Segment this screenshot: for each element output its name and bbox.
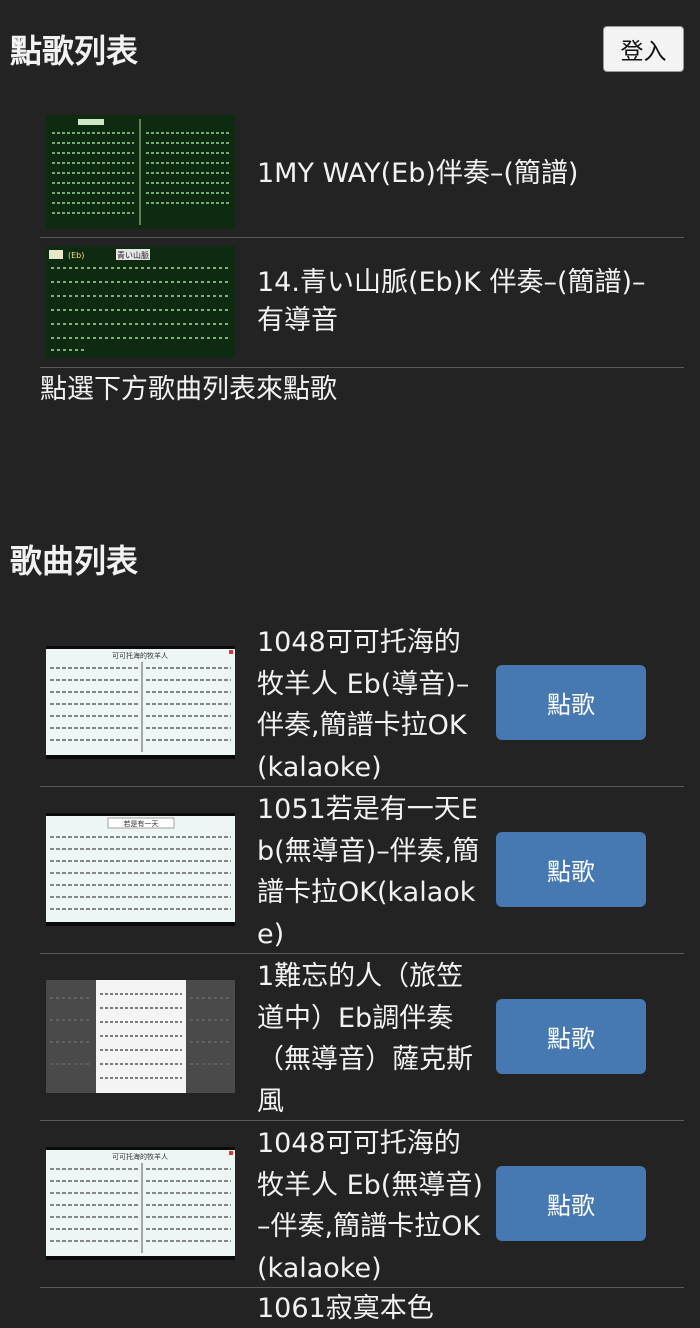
song-title: 1難忘的人（旅笠道中）Eb調伴奏（無導音）薩克斯風 bbox=[257, 961, 473, 1117]
thumb-badge-label: 青い山脈 bbox=[117, 250, 149, 260]
song-thumbnail: 若是有一天 bbox=[46, 813, 235, 926]
page-title: 點歌列表 bbox=[10, 32, 139, 70]
queue-item[interactable]: 1MY WAY(Eb)伴奏–(簡譜) bbox=[40, 107, 684, 238]
queue-thumbnail: (Eb) 青い山脈 bbox=[46, 246, 235, 358]
queue-thumbnail bbox=[46, 115, 235, 229]
thumb-key-label: (Eb) bbox=[68, 251, 84, 260]
song-title: 1051若是有一天Eb(無導音)–伴奏,簡譜卡拉OK(kalaoke) bbox=[257, 794, 480, 950]
queue-item-title: 1MY WAY(Eb)伴奏–(簡譜) bbox=[257, 158, 579, 189]
thumb-heading: 可可托海的牧羊人 bbox=[112, 1152, 168, 1161]
song-title: 1048可可托海的牧羊人 Eb(無導音)–伴奏,簡譜卡拉OK(kalaoke) bbox=[257, 1128, 483, 1284]
request-song-button[interactable]: 點歌 bbox=[496, 665, 646, 740]
song-item: 1難忘的人（旅笠道中）Eb調伴奏（無導音）薩克斯風 點歌 bbox=[40, 954, 684, 1121]
request-song-button[interactable]: 點歌 bbox=[496, 999, 646, 1074]
thumb-heading: 若是有一天 bbox=[124, 819, 159, 828]
request-song-button[interactable]: 點歌 bbox=[496, 1166, 646, 1241]
queue-item-title: 14.青い山脈(Eb)K 伴奏–(簡譜)–有導音 bbox=[257, 267, 646, 336]
login-button[interactable]: 登入 bbox=[603, 26, 684, 72]
songs-section-title: 歌曲列表 bbox=[10, 542, 139, 580]
song-thumbnail bbox=[46, 980, 235, 1093]
song-thumbnail: 可可托海的牧羊人 bbox=[46, 646, 235, 759]
request-song-button[interactable]: 點歌 bbox=[496, 832, 646, 907]
queue-hint: 點選下方歌曲列表來點歌 bbox=[40, 374, 337, 405]
song-title-partial: 1061寂寞本色 bbox=[257, 1293, 434, 1324]
queue-item[interactable]: (Eb) 青い山脈 14.青い山脈(Eb)K 伴奏–(簡譜)–有導音 bbox=[40, 238, 684, 368]
song-thumbnail: 可可托海的牧羊人 bbox=[46, 1147, 235, 1260]
song-item: 可可托海的牧羊人 1048可可托海的牧羊人 Eb(導音)–伴奏,簡譜卡拉OK(k… bbox=[40, 620, 684, 787]
thumb-heading: 可可托海的牧羊人 bbox=[112, 651, 168, 660]
song-title: 1048可可托海的牧羊人 Eb(導音)–伴奏,簡譜卡拉OK(kalaoke) bbox=[257, 627, 470, 783]
song-item: 若是有一天 1051若是有一天Eb(無導音)–伴奏,簡譜卡拉OK(kalaoke… bbox=[40, 787, 684, 954]
song-item: 可可托海的牧羊人 1048可可托海的牧羊人 Eb(無導音)–伴奏,簡譜卡拉OK(… bbox=[40, 1121, 684, 1288]
